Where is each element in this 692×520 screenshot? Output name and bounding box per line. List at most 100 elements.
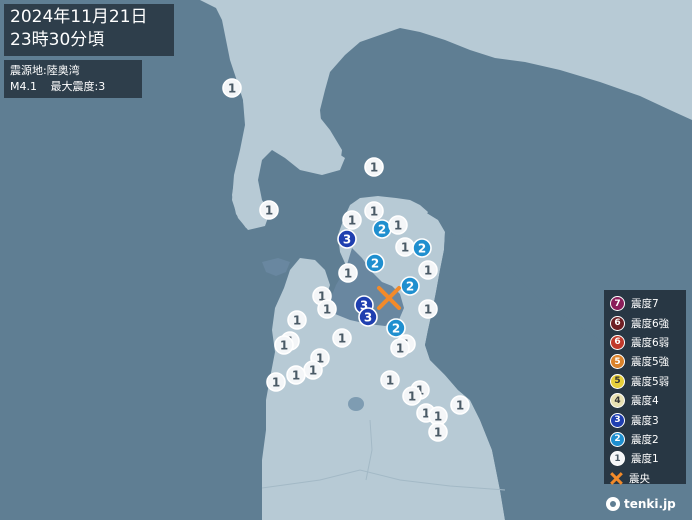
svg-text:1: 1 <box>272 376 280 390</box>
quake-info-box: 震源地:陸奥湾 M4.1 最大震度:3 <box>4 60 142 98</box>
quake-time: 23時30分頃 <box>10 30 105 50</box>
brand-logo: tenki.jp <box>606 494 676 514</box>
svg-text:1: 1 <box>292 369 300 383</box>
svg-text:2: 2 <box>406 280 414 294</box>
intensity-1-marker: 1 <box>303 360 323 380</box>
legend-item: 6 震度6強 <box>610 313 680 332</box>
intensity-1-marker: 1 <box>402 386 422 406</box>
legend-label: 震度2 <box>631 433 659 446</box>
svg-text:1: 1 <box>401 241 409 255</box>
legend-label: 震央 <box>629 472 650 485</box>
intensity-1-marker: 1 <box>418 299 438 319</box>
svg-text:1: 1 <box>323 303 331 317</box>
legend-item: 3 震度3 <box>610 410 680 429</box>
legend-label: 震度5強 <box>631 356 670 369</box>
intensity-1-marker: 1 <box>266 372 286 392</box>
legend-item: 1 震度1 <box>610 449 680 468</box>
intensity-swatch-icon: 1 <box>610 451 625 467</box>
legend-label: 震度7 <box>631 298 659 311</box>
intensity-2-marker: 2 <box>386 318 406 338</box>
intensity-1-marker: 1 <box>286 365 306 385</box>
svg-text:1: 1 <box>434 426 442 440</box>
intensity-2-marker: 2 <box>412 238 432 258</box>
intensity-1-marker: 1 <box>364 201 384 221</box>
svg-text:1: 1 <box>370 205 378 219</box>
epicenter-label: 震源地:陸奥湾 <box>10 64 80 77</box>
intensity-1-marker: 1 <box>274 335 294 355</box>
brand-name: tenki.jp <box>624 497 676 511</box>
svg-text:1: 1 <box>309 364 317 378</box>
lake-towada <box>348 397 364 411</box>
legend-item: 震央 <box>610 469 680 488</box>
svg-text:1: 1 <box>424 303 432 317</box>
max-intensity-value: 最大震度:3 <box>50 80 106 93</box>
svg-text:1: 1 <box>386 374 394 388</box>
legend-item: 5 震度5強 <box>610 352 680 371</box>
intensity-2-marker: 2 <box>372 219 392 239</box>
intensity-swatch-icon: 4 <box>610 393 625 409</box>
intensity-1-marker: 1 <box>364 157 384 177</box>
intensity-1-marker: 1 <box>342 210 362 230</box>
svg-text:1: 1 <box>396 342 404 356</box>
intensity-1-marker: 1 <box>222 78 242 98</box>
intensity-swatch-icon: 5 <box>610 373 625 389</box>
intensity-3-marker: 3 <box>358 307 378 327</box>
intensity-1-marker: 1 <box>259 200 279 220</box>
intensity-swatch-icon: 2 <box>610 431 625 447</box>
intensity-swatch-icon: 6 <box>610 334 625 350</box>
svg-text:1: 1 <box>434 410 442 424</box>
legend-item: 7 震度7 <box>610 294 680 313</box>
svg-text:1: 1 <box>408 390 416 404</box>
intensity-swatch-icon: 7 <box>610 296 625 312</box>
svg-text:2: 2 <box>378 223 386 237</box>
svg-text:3: 3 <box>364 311 372 325</box>
legend-label: 震度3 <box>631 414 659 427</box>
intensity-1-marker: 1 <box>388 215 408 235</box>
legend-item: 4 震度4 <box>610 391 680 410</box>
intensity-swatch-icon: 3 <box>610 412 625 428</box>
svg-text:1: 1 <box>456 399 464 413</box>
intensity-1-marker: 1 <box>390 338 410 358</box>
epicenter-icon <box>610 472 623 485</box>
intensity-1-marker: 1 <box>428 422 448 442</box>
intensity-1-marker: 1 <box>380 370 400 390</box>
svg-text:2: 2 <box>371 257 379 271</box>
intensity-1-marker: 1 <box>338 263 358 283</box>
svg-text:1: 1 <box>228 82 236 96</box>
legend-label: 震度5弱 <box>631 375 670 388</box>
intensity-1-marker: 1 <box>395 237 415 257</box>
intensity-1-marker: 1 <box>332 328 352 348</box>
svg-text:1: 1 <box>370 161 378 175</box>
legend-label: 震度6弱 <box>631 336 670 349</box>
legend-label: 震度4 <box>631 395 659 408</box>
svg-text:1: 1 <box>344 267 352 281</box>
intensity-1-marker: 1 <box>317 299 337 319</box>
svg-text:1: 1 <box>293 314 301 328</box>
intensity-2-marker: 2 <box>365 253 385 273</box>
svg-text:1: 1 <box>280 339 288 353</box>
time-box: 2024年11月21日 23時30分頃 <box>4 4 174 56</box>
intensity-1-marker: 1 <box>287 310 307 330</box>
svg-text:1: 1 <box>338 332 346 346</box>
intensity-swatch-icon: 5 <box>610 354 625 370</box>
quake-date: 2024年11月21日 <box>10 7 148 27</box>
svg-text:1: 1 <box>265 204 273 218</box>
legend-item: 5 震度5弱 <box>610 372 680 391</box>
intensity-2-marker: 2 <box>400 276 420 296</box>
svg-text:1: 1 <box>394 219 402 233</box>
intensity-legend: 7 震度7 6 震度6強 6 震度6弱 5 震度5強 5 震度5弱 4 震度4 3 震度3 2 震度2 1 震度1… <box>604 290 686 485</box>
intensity-1-marker: 1 <box>418 260 438 280</box>
svg-text:1: 1 <box>424 264 432 278</box>
svg-text:1: 1 <box>348 214 356 228</box>
svg-text:2: 2 <box>418 242 426 256</box>
magnitude-row: M4.1 最大震度:3 <box>10 79 136 95</box>
legend-label: 震度1 <box>631 453 659 466</box>
intensity-swatch-icon: 6 <box>610 315 625 331</box>
intensity-1-marker: 1 <box>450 395 470 415</box>
svg-text:2: 2 <box>392 322 400 336</box>
svg-text:3: 3 <box>343 233 351 247</box>
legend-label: 震度6強 <box>631 317 670 330</box>
tenki-logo-icon <box>606 497 620 511</box>
intensity-3-marker: 3 <box>337 229 357 249</box>
legend-item: 6 震度6弱 <box>610 333 680 352</box>
